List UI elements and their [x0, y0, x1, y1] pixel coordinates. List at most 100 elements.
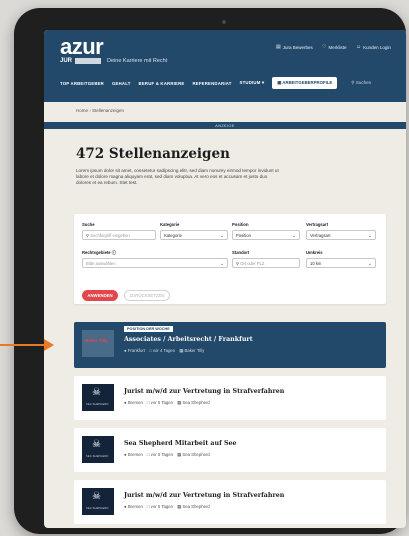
suche-label: Suche [82, 222, 95, 227]
job-title[interactable]: Jurist m/w/d zur Vertretung in Strafverf… [124, 388, 284, 395]
nav-search[interactable]: ⚲ Suchen [351, 80, 371, 86]
location-pin-icon: ⚲ [236, 261, 240, 266]
rechtsgebiete-label: Rechtsgebiete ⓘ [82, 250, 116, 255]
skull-icon: ☠ [92, 491, 101, 502]
user-icon: ☺ [356, 44, 362, 50]
job-meta: ● Bremen □ vor 5 Tagen ▦ Sea Shepherd [124, 504, 210, 510]
job-company-text: Baker Tilly [184, 348, 205, 353]
position-value: Position [236, 233, 251, 238]
position-select[interactable]: Position ⌄ [232, 230, 300, 240]
job-location-text: Bremen [127, 452, 143, 457]
job-age-text: vor 5 Tagen [150, 504, 174, 509]
nav-item-referendariat[interactable]: REFERENDARIAT [192, 81, 231, 86]
job-card[interactable]: ☠ SEA SHEPHERD Sea Shepherd Mitarbeit au… [74, 428, 386, 472]
search-placeholder: Suchen [355, 80, 372, 85]
job-company: ▦ Sea Shepherd [177, 400, 210, 406]
calendar-icon: □ [146, 452, 150, 457]
screen: azur JUR Deine Karriere mit Recht ▤ Jura… [44, 30, 406, 528]
job-age: □ vor 5 Tagen [147, 504, 173, 510]
vertragsart-label: Vertragsart [306, 222, 329, 227]
company-logo: ☠ SEA SHEPHERD [82, 384, 114, 411]
chevron-down-icon: ⌄ [367, 233, 372, 239]
logo[interactable]: azur [60, 34, 104, 60]
job-meta: ● Bremen □ vor 5 Tagen ▦ Sea Shepherd [124, 452, 210, 458]
arbeitgeberprofile-label: ARBEITGEBERPROFILE [282, 80, 333, 85]
calendar-icon: □ [146, 400, 150, 405]
camera-dot [222, 20, 226, 24]
kategorie-label: Kategorie [160, 222, 180, 227]
util-label: Merkliste [328, 44, 347, 50]
chevron-down-icon: ⌄ [367, 261, 372, 267]
job-meta: ● Frankfurt □ vor 4 Tagen ▦ Baker Tilly [124, 348, 204, 354]
nav-item-studium[interactable]: STUDIUM ▾ [240, 80, 265, 86]
job-company: ▦ Sea Shepherd [177, 452, 210, 458]
tablet-frame: azur JUR Deine Karriere mit Recht ▤ Jura… [14, 8, 406, 534]
nav-item-gehalt[interactable]: GEHALT [112, 81, 131, 86]
util-label: Jura Bewerbes [282, 44, 313, 50]
job-card[interactable]: ☠ SEA SHEPHERD Jurist m/w/d zur Vertretu… [74, 376, 386, 420]
job-card[interactable]: ☠ SEA SHEPHERD Jurist m/w/d zur Vertretu… [74, 480, 386, 524]
search-field[interactable]: ⚲ Suchbegriff eingeben [82, 230, 156, 240]
job-location: ● Bremen [124, 452, 143, 458]
calendar-icon: □ [146, 504, 150, 509]
pointer-arrow-line [0, 344, 44, 346]
company-logo: ☠ SEA SHEPHERD [82, 436, 114, 463]
util-link-login[interactable]: ☺ Kunden Login [356, 44, 391, 50]
building-icon: ▦ [177, 504, 182, 509]
site-header: azur JUR Deine Karriere mit Recht ▤ Jura… [44, 30, 406, 102]
vertragsart-select[interactable]: Vertragsart ⌄ [306, 230, 376, 240]
logo-sub: JUR [60, 58, 73, 64]
chevron-down-icon: ⌄ [219, 233, 224, 239]
job-card-featured[interactable]: Baker Tilly POSITION DER WOCHE Associate… [74, 322, 386, 368]
breadcrumb[interactable]: Home › Stellenanzeigen [76, 108, 124, 113]
company-logo-text: SEA SHEPHERD [86, 403, 109, 406]
job-location-text: Bremen [127, 400, 143, 405]
apply-filter-button[interactable]: ANWENDEN [82, 290, 118, 301]
job-location: ● Frankfurt [124, 348, 145, 354]
vertragsart-value: Vertragsart [310, 233, 331, 238]
filter-panel: Suche ⚲ Suchbegriff eingeben Kategorie K… [74, 214, 386, 304]
pointer-arrow-icon [44, 339, 54, 351]
chevron-down-icon: ⌄ [219, 261, 224, 267]
heart-icon: ♡ [322, 44, 327, 50]
util-link-bewerbes[interactable]: ▤ Jura Bewerbes [276, 44, 313, 50]
job-age: □ vor 5 Tagen [147, 452, 173, 458]
location-pin-icon: ● [124, 348, 127, 353]
company-logo: Baker Tilly [82, 330, 114, 357]
job-title[interactable]: Associates / Arbeitsrecht / Frankfurt [124, 336, 253, 343]
location-pin-icon: ● [124, 452, 127, 457]
nav-item-beruf-karriere[interactable]: BERUF & KARRIERE [139, 81, 185, 86]
skull-icon: ☠ [92, 387, 101, 398]
tagline: Deine Karriere mit Recht [107, 58, 168, 64]
building-icon: ▦ [177, 452, 182, 457]
job-company: ▦ Baker Tilly [179, 348, 204, 354]
kategorie-select[interactable]: Kategorie ⌄ [160, 230, 228, 240]
job-age: □ vor 5 Tagen [147, 400, 173, 406]
kategorie-value: Kategorie [164, 233, 182, 238]
standort-field[interactable]: ⚲ Ort oder PLZ [232, 258, 300, 268]
calendar-icon: □ [149, 348, 152, 353]
umkreis-value: 10 km [310, 261, 322, 266]
nav-item-top-arbeitgeber[interactable]: TOP ARBEITGEBER [60, 81, 104, 86]
chevron-down-icon: ⌄ [291, 233, 296, 239]
job-title[interactable]: Sea Shepherd Mitarbeit auf See [124, 440, 237, 447]
reset-filter-button[interactable]: ZURÜCKSETZEN [124, 290, 170, 301]
position-label: Position [232, 222, 249, 227]
arbeitgeberprofile-button[interactable]: ▣ ARBEITGEBERPROFILE [272, 77, 338, 89]
umkreis-label: Umkreis [306, 250, 323, 255]
intro-text: Lorem ipsum dolor sit amet, consetetur s… [76, 168, 279, 186]
job-age-text: vor 5 Tagen [150, 452, 174, 457]
job-location: ● Bremen [124, 400, 143, 406]
umkreis-select[interactable]: 10 km ⌄ [306, 258, 376, 268]
job-location: ● Bremen [124, 504, 143, 510]
location-pin-icon: ● [124, 400, 127, 405]
company-logo-text: SEA SHEPHERD [86, 507, 109, 510]
job-title[interactable]: Jurist m/w/d zur Vertretung in Strafverf… [124, 492, 284, 499]
rechtsgebiete-select[interactable]: Bitte auswählen ⌄ [82, 258, 228, 268]
util-link-merkliste[interactable]: ♡ Merkliste [322, 44, 347, 50]
search-icon: ⚲ [86, 233, 90, 238]
job-meta: ● Bremen □ vor 5 Tagen ▦ Sea Shepherd [124, 400, 210, 406]
job-age: □ vor 4 Tagen [149, 348, 175, 354]
location-pin-icon: ● [124, 504, 127, 509]
building-icon: ▦ [179, 348, 184, 353]
